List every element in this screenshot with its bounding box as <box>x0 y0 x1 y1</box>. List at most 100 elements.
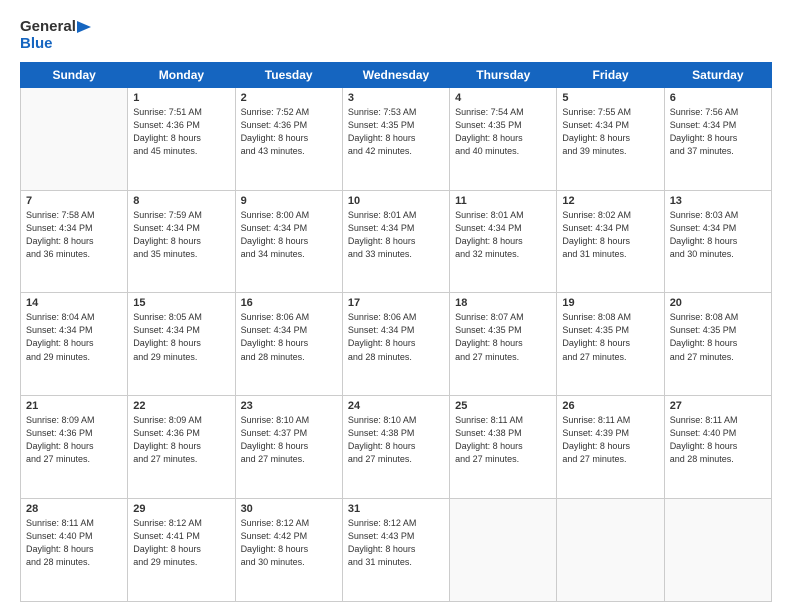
day-number: 27 <box>670 400 766 412</box>
table-row: 26Sunrise: 8:11 AMSunset: 4:39 PMDayligh… <box>557 396 664 499</box>
table-row: 8Sunrise: 7:59 AMSunset: 4:34 PMDaylight… <box>128 190 235 293</box>
day-info: Sunrise: 7:55 AMSunset: 4:34 PMDaylight:… <box>562 106 658 158</box>
table-row: 18 Sunrise: 8:07 AMSunset: 4:35 PMDayligh… <box>450 293 557 396</box>
day-info: Sunrise: 7:56 AMSunset: 4:34 PMDaylight:… <box>670 106 766 158</box>
day-info: Sunrise: 7:52 AMSunset: 4:36 PMDaylight:… <box>241 106 337 158</box>
table-row: 16 Sunrise: 8:06 AMSunset: 4:34 PMDayligh… <box>235 293 342 396</box>
table-row: 10 Sunrise: 8:01 AMSunset: 4:34 PMDayligh… <box>342 190 449 293</box>
table-row: 6 Sunrise: 7:56 AMSunset: 4:34 PMDaylight… <box>664 87 771 190</box>
table-row: 28Sunrise: 8:11 AMSunset: 4:40 PMDayligh… <box>21 499 128 602</box>
day-number: 24 <box>348 400 444 412</box>
table-row: 30 Sunrise: 8:12 AMSunset: 4:42 PMDayligh… <box>235 499 342 602</box>
table-row: 9 Sunrise: 8:00 AMSunset: 4:34 PMDaylight… <box>235 190 342 293</box>
table-row: 1Sunrise: 7:51 AMSunset: 4:36 PMDaylight… <box>128 87 235 190</box>
day-number: 2 <box>241 92 337 104</box>
day-info: Sunrise: 8:12 AMSunset: 4:43 PMDaylight:… <box>348 517 444 569</box>
table-row: 17Sunrise: 8:06 AMSunset: 4:34 PMDayligh… <box>342 293 449 396</box>
day-number: 18 <box>455 297 551 309</box>
day-info: Sunrise: 8:07 AMSunset: 4:35 PMDaylight:… <box>455 311 551 363</box>
header: General Blue <box>20 18 772 54</box>
table-row: 31 Sunrise: 8:12 AMSunset: 4:43 PMDayligh… <box>342 499 449 602</box>
day-number: 6 <box>670 92 766 104</box>
day-info: Sunrise: 8:09 AMSunset: 4:36 PMDaylight:… <box>26 414 122 466</box>
day-info: Sunrise: 7:54 AMSunset: 4:35 PMDaylight:… <box>455 106 551 158</box>
day-number: 19 <box>562 297 658 309</box>
table-row: 12 Sunrise: 8:02 AMSunset: 4:34 PMDayligh… <box>557 190 664 293</box>
page: General Blue Sunday Monday Tuesday Wedne… <box>0 0 792 612</box>
table-row: 24Sunrise: 8:10 AMSunset: 4:38 PMDayligh… <box>342 396 449 499</box>
table-row: 21 Sunrise: 8:09 AMSunset: 4:36 PMDayligh… <box>21 396 128 499</box>
day-info: Sunrise: 8:01 AMSunset: 4:34 PMDaylight:… <box>348 209 444 261</box>
day-number: 30 <box>241 503 337 515</box>
day-info: Sunrise: 8:11 AMSunset: 4:40 PMDaylight:… <box>26 517 122 569</box>
col-wednesday: Wednesday <box>342 62 449 87</box>
day-number: 29 <box>133 503 229 515</box>
table-row: 4 Sunrise: 7:54 AMSunset: 4:35 PMDaylight… <box>450 87 557 190</box>
day-number: 21 <box>26 400 122 412</box>
table-row: 3 Sunrise: 7:53 AMSunset: 4:35 PMDaylight… <box>342 87 449 190</box>
table-row: 11 Sunrise: 8:01 AMSunset: 4:34 PMDayligh… <box>450 190 557 293</box>
day-number: 5 <box>562 92 658 104</box>
table-row: 23Sunrise: 8:10 AMSunset: 4:37 PMDayligh… <box>235 396 342 499</box>
day-number: 31 <box>348 503 444 515</box>
day-info: Sunrise: 8:11 AMSunset: 4:38 PMDaylight:… <box>455 414 551 466</box>
day-info: Sunrise: 8:05 AMSunset: 4:34 PMDaylight:… <box>133 311 229 363</box>
day-number: 20 <box>670 297 766 309</box>
table-row: 13 Sunrise: 8:03 AMSunset: 4:34 PMDayligh… <box>664 190 771 293</box>
day-info: Sunrise: 7:53 AMSunset: 4:35 PMDaylight:… <box>348 106 444 158</box>
day-number: 17 <box>348 297 444 309</box>
day-info: Sunrise: 8:01 AMSunset: 4:34 PMDaylight:… <box>455 209 551 261</box>
col-sunday: Sunday <box>21 62 128 87</box>
day-number: 9 <box>241 195 337 207</box>
col-friday: Friday <box>557 62 664 87</box>
day-number: 14 <box>26 297 122 309</box>
col-monday: Monday <box>128 62 235 87</box>
calendar-week-row: 14 Sunrise: 8:04 AMSunset: 4:34 PMDayligh… <box>21 293 772 396</box>
table-row: 22 Sunrise: 8:09 AMSunset: 4:36 PMDayligh… <box>128 396 235 499</box>
logo: General Blue <box>20 18 91 54</box>
day-info: Sunrise: 8:08 AMSunset: 4:35 PMDaylight:… <box>562 311 658 363</box>
table-row: 2 Sunrise: 7:52 AMSunset: 4:36 PMDaylight… <box>235 87 342 190</box>
day-number: 4 <box>455 92 551 104</box>
day-info: Sunrise: 7:59 AMSunset: 4:34 PMDaylight:… <box>133 209 229 261</box>
table-row: 5 Sunrise: 7:55 AMSunset: 4:34 PMDaylight… <box>557 87 664 190</box>
day-info: Sunrise: 8:11 AMSunset: 4:40 PMDaylight:… <box>670 414 766 466</box>
day-info: Sunrise: 8:00 AMSunset: 4:34 PMDaylight:… <box>241 209 337 261</box>
day-number: 23 <box>241 400 337 412</box>
col-thursday: Thursday <box>450 62 557 87</box>
table-row: 29 Sunrise: 8:12 AMSunset: 4:41 PMDayligh… <box>128 499 235 602</box>
table-row <box>21 87 128 190</box>
day-info: Sunrise: 8:02 AMSunset: 4:34 PMDaylight:… <box>562 209 658 261</box>
day-info: Sunrise: 8:08 AMSunset: 4:35 PMDaylight:… <box>670 311 766 363</box>
day-number: 11 <box>455 195 551 207</box>
day-info: Sunrise: 8:09 AMSunset: 4:36 PMDaylight:… <box>133 414 229 466</box>
calendar-week-row: 7Sunrise: 7:58 AMSunset: 4:34 PMDaylight… <box>21 190 772 293</box>
day-info: Sunrise: 8:06 AMSunset: 4:34 PMDaylight:… <box>241 311 337 363</box>
table-row: 20 Sunrise: 8:08 AMSunset: 4:35 PMDayligh… <box>664 293 771 396</box>
day-number: 15 <box>133 297 229 309</box>
col-saturday: Saturday <box>664 62 771 87</box>
table-row: 14 Sunrise: 8:04 AMSunset: 4:34 PMDayligh… <box>21 293 128 396</box>
day-info: Sunrise: 8:12 AMSunset: 4:42 PMDaylight:… <box>241 517 337 569</box>
day-number: 7 <box>26 195 122 207</box>
table-row <box>450 499 557 602</box>
day-number: 26 <box>562 400 658 412</box>
calendar-week-row: 1Sunrise: 7:51 AMSunset: 4:36 PMDaylight… <box>21 87 772 190</box>
table-row: 27 Sunrise: 8:11 AMSunset: 4:40 PMDayligh… <box>664 396 771 499</box>
day-number: 10 <box>348 195 444 207</box>
table-row: 7Sunrise: 7:58 AMSunset: 4:34 PMDaylight… <box>21 190 128 293</box>
day-number: 3 <box>348 92 444 104</box>
day-number: 1 <box>133 92 229 104</box>
day-number: 12 <box>562 195 658 207</box>
day-info: Sunrise: 8:04 AMSunset: 4:34 PMDaylight:… <box>26 311 122 363</box>
calendar-week-row: 28Sunrise: 8:11 AMSunset: 4:40 PMDayligh… <box>21 499 772 602</box>
day-number: 22 <box>133 400 229 412</box>
day-info: Sunrise: 8:12 AMSunset: 4:41 PMDaylight:… <box>133 517 229 569</box>
day-info: Sunrise: 8:03 AMSunset: 4:34 PMDaylight:… <box>670 209 766 261</box>
day-number: 13 <box>670 195 766 207</box>
table-row: 19 Sunrise: 8:08 AMSunset: 4:35 PMDayligh… <box>557 293 664 396</box>
calendar-table: Sunday Monday Tuesday Wednesday Thursday… <box>20 62 772 602</box>
day-number: 16 <box>241 297 337 309</box>
table-row: 15 Sunrise: 8:05 AMSunset: 4:34 PMDayligh… <box>128 293 235 396</box>
table-row: 25Sunrise: 8:11 AMSunset: 4:38 PMDayligh… <box>450 396 557 499</box>
